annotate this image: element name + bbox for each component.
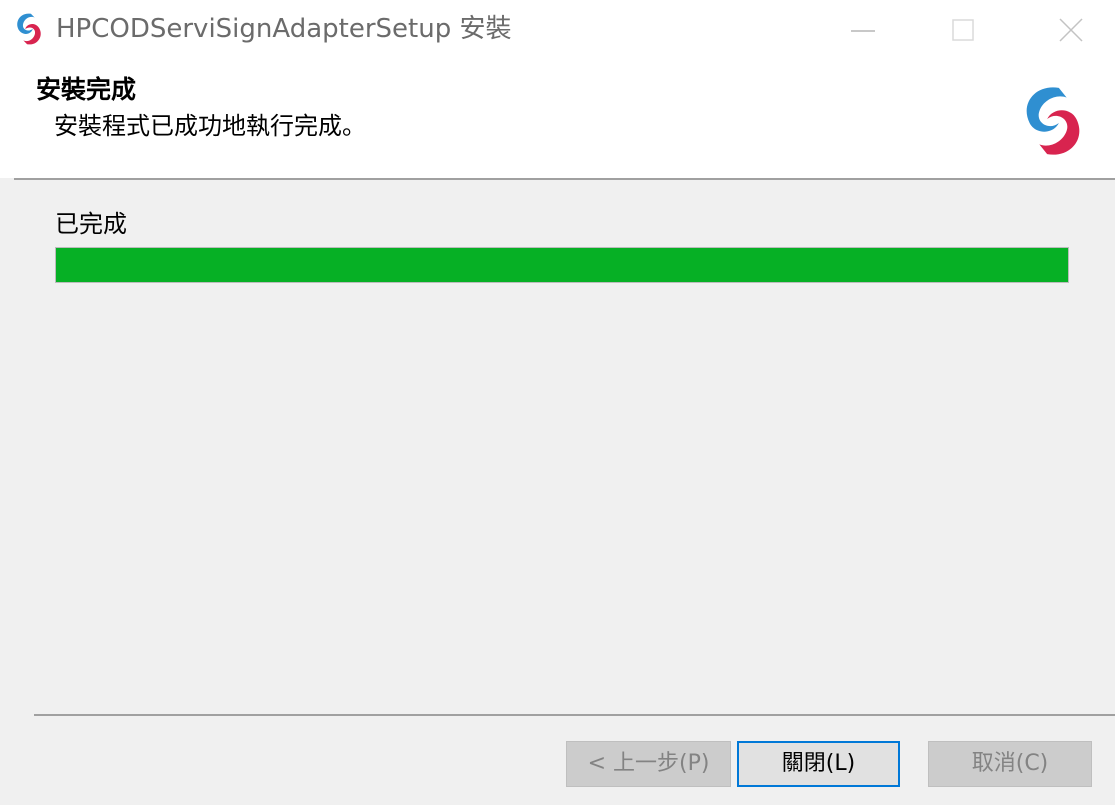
maximize-icon xyxy=(952,19,974,41)
window-title: HPCODServiSignAdapterSetup 安裝 xyxy=(56,14,512,44)
progress-status-label: 已完成 xyxy=(55,210,127,238)
close-window-button[interactable] xyxy=(1019,0,1115,62)
page-title: 安裝完成 xyxy=(36,75,137,104)
installer-window: HPCODServiSignAdapterSetup 安裝 安裝完成 安裝程式已… xyxy=(0,0,1115,805)
maximize-button[interactable] xyxy=(916,0,1012,62)
title-bar[interactable]: HPCODServiSignAdapterSetup 安裝 xyxy=(0,0,1115,62)
progress-bar xyxy=(55,247,1069,283)
close-button[interactable]: 關閉(L) xyxy=(737,741,900,787)
close-icon xyxy=(1059,18,1083,42)
page-subtitle: 安裝程式已成功地執行完成。 xyxy=(54,112,366,140)
servisign-logo-icon xyxy=(1026,87,1080,155)
minimize-button[interactable] xyxy=(814,0,910,62)
footer-divider xyxy=(34,714,1115,716)
minimize-icon xyxy=(851,30,875,32)
cancel-button[interactable]: 取消(C) xyxy=(928,741,1092,787)
app-logo-icon xyxy=(17,13,41,45)
header-panel: 安裝完成 安裝程式已成功地執行完成。 xyxy=(0,62,1115,178)
header-divider xyxy=(14,178,1115,180)
back-button[interactable]: < 上一步(P) xyxy=(566,741,731,787)
progress-bar-fill xyxy=(56,248,1068,282)
